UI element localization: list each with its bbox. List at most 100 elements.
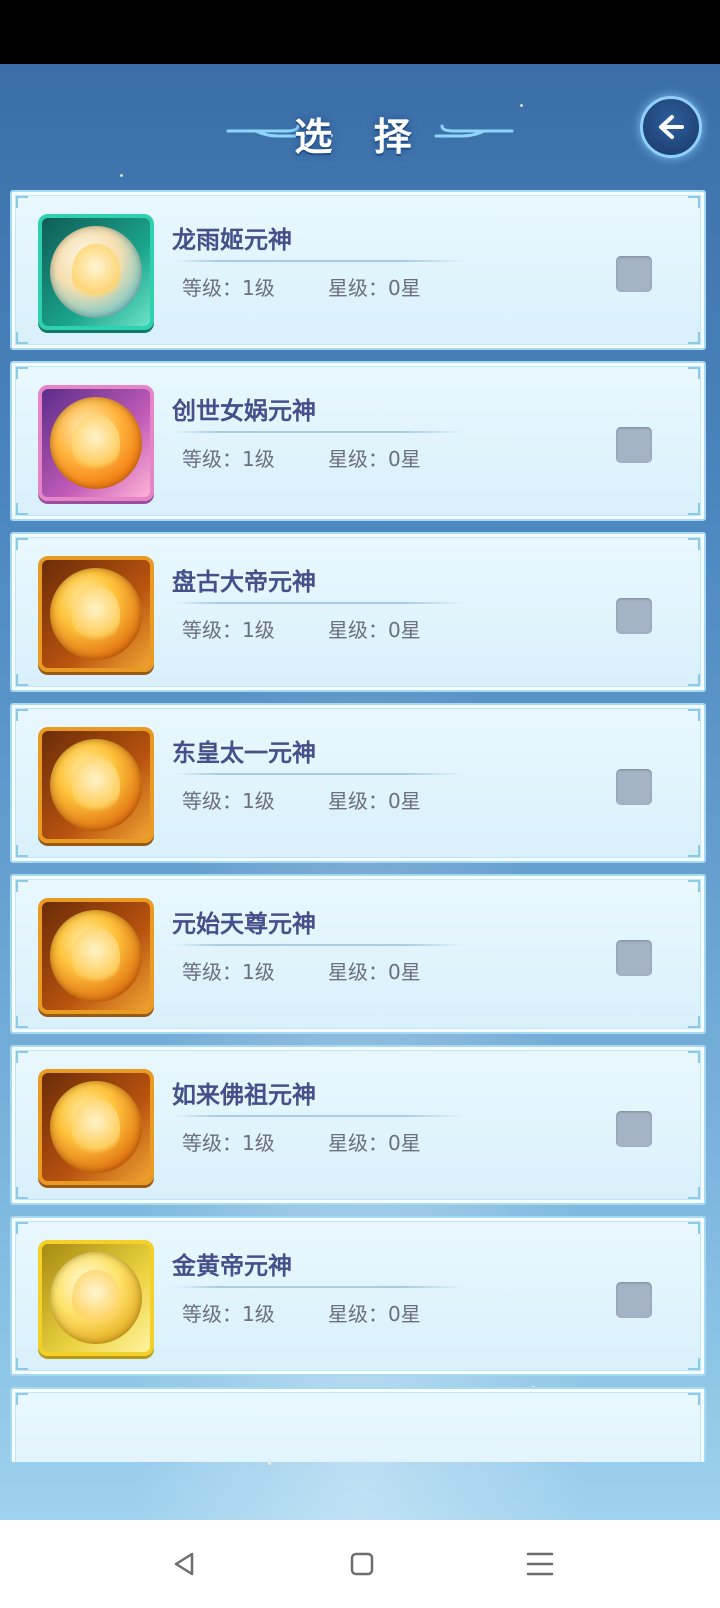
card-corner [688,196,700,208]
yuanshen-list[interactable]: 龙雨姬元神 等级：1级 星级：0星 创世女娲元神 等级：1级 星级：0星 盘古大… [10,190,708,1462]
divider [174,602,464,604]
item-star: 星级：0星 [328,956,421,985]
level-label: 等级： [182,1302,242,1326]
portrait-face [72,928,120,986]
star-label: 星级： [328,1131,388,1155]
list-item[interactable]: 东皇太一元神 等级：1级 星级：0星 [10,703,706,863]
item-name: 东皇太一元神 [172,739,316,767]
portrait-face [72,586,120,644]
divider [174,944,464,946]
star-value: 0星 [388,1302,421,1326]
header: 选 择 [0,106,720,159]
card-corner [16,332,28,344]
card-corner [16,1016,28,1028]
square-home-icon[interactable] [340,1542,384,1586]
item-level: 等级：1级 [182,1127,275,1156]
item-level: 等级：1级 [182,1298,275,1327]
card-corner [16,503,28,515]
level-value: 1级 [242,276,275,300]
level-value: 1级 [242,1131,275,1155]
card-corner [16,1358,28,1370]
portrait-face [72,415,120,473]
level-label: 等级： [182,276,242,300]
card-corner [688,538,700,550]
item-star: 星级：0星 [328,785,421,814]
card-corner [688,332,700,344]
status-bar [0,0,720,64]
select-checkbox[interactable] [616,769,652,805]
portrait-face [72,244,120,302]
star-value: 0星 [388,276,421,300]
yuanshen-portrait [38,385,154,501]
select-checkbox[interactable] [616,256,652,292]
star-value: 0星 [388,1131,421,1155]
item-level: 等级：1级 [182,272,275,301]
card-corner [688,880,700,892]
star-label: 星级： [328,618,388,642]
star-label: 星级： [328,276,388,300]
menu-lines-icon[interactable] [518,1542,562,1586]
card-corner [16,1051,28,1063]
card-corner [16,1187,28,1199]
item-star: 星级：0星 [328,1298,421,1327]
back-button[interactable] [640,96,702,158]
yuanshen-portrait [38,556,154,672]
divider [174,431,464,433]
level-label: 等级： [182,960,242,984]
card-corner [688,1358,700,1370]
item-star: 星级：0星 [328,443,421,472]
portrait-face [72,1099,120,1157]
item-name: 创世女娲元神 [172,397,316,425]
item-level: 等级：1级 [182,443,275,472]
card-corner [16,1393,28,1405]
select-checkbox[interactable] [616,427,652,463]
level-label: 等级： [182,789,242,813]
level-value: 1级 [242,960,275,984]
star-label: 星级： [328,960,388,984]
item-name: 如来佛祖元神 [172,1081,316,1109]
item-star: 星级：0星 [328,1127,421,1156]
item-name: 盘古大帝元神 [172,568,316,596]
page-title: 选 择 [294,115,426,159]
card-corner [688,845,700,857]
yuanshen-portrait [38,214,154,330]
divider [174,773,464,775]
card-corner [688,367,700,379]
cloud-ornament-icon [434,124,514,138]
level-value: 1级 [242,1302,275,1326]
card-corner [688,674,700,686]
level-value: 1级 [242,789,275,813]
list-item[interactable]: 创世女娲元神 等级：1级 星级：0星 [10,361,706,521]
select-checkbox[interactable] [616,940,652,976]
star-value: 0星 [388,447,421,471]
level-label: 等级： [182,618,242,642]
card-corner [688,1222,700,1234]
select-checkbox[interactable] [616,1111,652,1147]
level-label: 等级： [182,447,242,471]
back-arrow-icon [659,115,684,139]
divider [174,260,464,262]
list-item[interactable]: 元始天尊元神 等级：1级 星级：0星 [10,874,706,1034]
item-level: 等级：1级 [182,614,275,643]
card-corner [16,845,28,857]
list-item[interactable]: 盘古大帝元神 等级：1级 星级：0星 [10,532,706,692]
card-corner [688,1187,700,1199]
star-label: 星级： [328,447,388,471]
star-value: 0星 [388,789,421,813]
select-checkbox[interactable] [616,1282,652,1318]
list-item[interactable]: 龙雨姬元神 等级：1级 星级：0星 [10,190,706,350]
star-value: 0星 [388,618,421,642]
sparkle [120,174,123,177]
divider [174,1286,464,1288]
yuanshen-portrait [38,1240,154,1356]
list-item[interactable]: 如来佛祖元神 等级：1级 星级：0星 [10,1045,706,1205]
star-label: 星级： [328,789,388,813]
card-corner [16,1222,28,1234]
triangle-back-icon[interactable] [162,1542,206,1586]
card-corner [688,1051,700,1063]
select-checkbox[interactable] [616,598,652,634]
list-item-partial[interactable] [10,1387,706,1462]
portrait-face [72,757,120,815]
item-star: 星级：0星 [328,272,421,301]
list-item[interactable]: 金黄帝元神 等级：1级 星级：0星 [10,1216,706,1376]
